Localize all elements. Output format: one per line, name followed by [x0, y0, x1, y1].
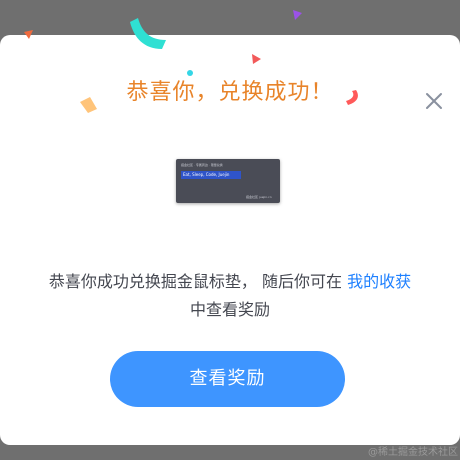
prize-image-caption-top: 掘金社区 · 专属周边 · 限量兑换: [181, 163, 223, 167]
prize-image-caption-bottom: 掘金社区 juejin.cn: [246, 195, 272, 199]
message-text-line2: 中查看奖励: [189, 300, 270, 319]
teal-ribbon-icon: [130, 18, 166, 49]
watermark: @稀土掘金技术社区: [368, 447, 458, 458]
message-text: 恭喜你成功兑换掘金鼠标垫， 随后你可在: [48, 272, 348, 291]
success-message: 恭喜你成功兑换掘金鼠标垫， 随后你可在 我的收获 中查看奖励: [0, 268, 460, 324]
dialog-title: 恭喜你，兑换成功！: [126, 80, 334, 105]
view-rewards-button[interactable]: 查看奖励: [110, 351, 345, 407]
orange-triangle-icon: [24, 30, 33, 39]
red-triangle-icon: [252, 54, 261, 64]
mousepad-prize-image: 掘金社区 · 专属周边 · 限量兑换 Eat, Sleep, Code, Jue…: [176, 159, 280, 203]
purple-triangle-icon: [293, 10, 302, 20]
my-rewards-link[interactable]: 我的收获: [347, 272, 411, 291]
prize-image-tag: Eat, Sleep, Code, Juejin: [181, 171, 241, 179]
